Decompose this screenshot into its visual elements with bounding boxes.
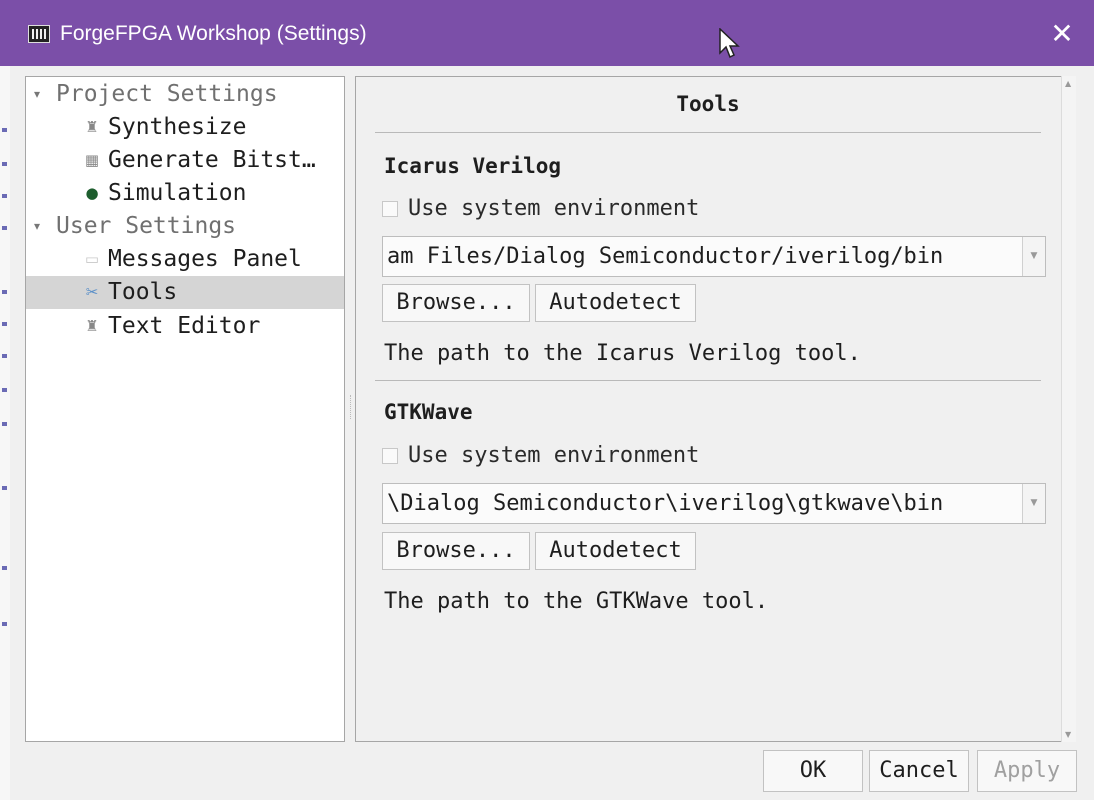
- scroll-up-icon[interactable]: ▲: [1065, 79, 1071, 88]
- tree-item-tools[interactable]: ✂ Tools: [26, 276, 344, 309]
- ok-button[interactable]: OK: [763, 750, 863, 792]
- flask-icon: ♜: [85, 118, 99, 136]
- window-title: ForgeFPGA Workshop (Settings): [60, 22, 367, 45]
- dropdown-arrow-icon[interactable]: ▼: [1022, 237, 1045, 276]
- expand-arrow-icon[interactable]: ▾: [34, 210, 40, 243]
- message-icon: ▭: [84, 250, 100, 268]
- gtkwave-autodetect-button[interactable]: Autodetect: [535, 532, 696, 570]
- tools-icon: ✂: [85, 283, 99, 301]
- splitter-handle[interactable]: [350, 395, 354, 419]
- icarus-description: The path to the Icarus Verilog tool.: [384, 341, 861, 366]
- icarus-autodetect-button[interactable]: Autodetect: [535, 284, 696, 322]
- tree-item-label: Messages Panel: [108, 246, 302, 272]
- tree-item-generate-bitstream[interactable]: ▦ Generate Bitst…: [26, 144, 344, 177]
- tree-item-text-editor[interactable]: ♜ Text Editor: [26, 310, 344, 343]
- text-editor-icon: ♜: [85, 317, 99, 335]
- tree-group-user-settings[interactable]: ▾ User Settings: [26, 210, 344, 243]
- tree-item-label: Text Editor: [108, 313, 261, 339]
- scroll-down-icon[interactable]: ▼: [1065, 730, 1071, 739]
- icarus-browse-button[interactable]: Browse...: [382, 284, 530, 322]
- tree-item-label: Generate Bitst…: [108, 147, 316, 173]
- tree-item-messages-panel[interactable]: ▭ Messages Panel: [26, 243, 344, 276]
- dropdown-arrow-icon[interactable]: ▼: [1022, 484, 1045, 523]
- checkbox-label: Use system environment: [408, 443, 700, 468]
- tree-group-label: User Settings: [56, 213, 237, 239]
- tree-item-simulation[interactable]: ● Simulation: [26, 177, 344, 210]
- tree-group-project-settings[interactable]: ▾ Project Settings: [26, 78, 344, 111]
- divider: [375, 380, 1041, 381]
- cancel-button[interactable]: Cancel: [869, 750, 969, 792]
- gtkwave-description: The path to the GTKWave tool.: [384, 589, 769, 614]
- checkbox[interactable]: [382, 448, 398, 464]
- page-title: Tools: [676, 92, 740, 116]
- tree-item-label: Synthesize: [108, 114, 247, 140]
- mouse-cursor-icon: [719, 28, 740, 59]
- gtkwave-browse-button[interactable]: Browse...: [382, 532, 530, 570]
- expand-arrow-icon[interactable]: ▾: [34, 78, 40, 111]
- gtkwave-path-combobox[interactable]: \Dialog Semiconductor\iverilog\gtkwave\b…: [382, 483, 1046, 524]
- title-bar: ForgeFPGA Workshop (Settings) ✕: [0, 0, 1094, 66]
- tree-item-label: Tools: [108, 279, 178, 305]
- close-button[interactable]: ✕: [1040, 14, 1084, 54]
- divider: [375, 132, 1041, 133]
- checkbox[interactable]: [382, 201, 398, 217]
- apply-button[interactable]: Apply: [977, 750, 1077, 792]
- vertical-scrollbar[interactable]: ▲ ▼: [1061, 76, 1076, 742]
- settings-tree: ▾ Project Settings ♜ Synthesize ▦ Genera…: [25, 76, 345, 742]
- checkbox-label: Use system environment: [408, 196, 700, 221]
- gtkwave-path-value: \Dialog Semiconductor\iverilog\gtkwave\b…: [387, 491, 944, 516]
- icarus-path-value: am Files/Dialog Semiconductor/iverilog/b…: [387, 244, 944, 269]
- chip-icon: [28, 25, 50, 43]
- bitstream-icon: ▦: [84, 151, 100, 169]
- tree-group-label: Project Settings: [56, 81, 278, 107]
- icarus-section-title: Icarus Verilog: [384, 154, 562, 178]
- background-window-edge: [0, 66, 10, 800]
- gtkwave-section-title: GTKWave: [384, 400, 473, 424]
- tree-item-synthesize[interactable]: ♜ Synthesize: [26, 111, 344, 144]
- tree-item-label: Simulation: [108, 180, 247, 206]
- icarus-path-combobox[interactable]: am Files/Dialog Semiconductor/iverilog/b…: [382, 236, 1046, 277]
- simulation-icon: ●: [85, 184, 99, 202]
